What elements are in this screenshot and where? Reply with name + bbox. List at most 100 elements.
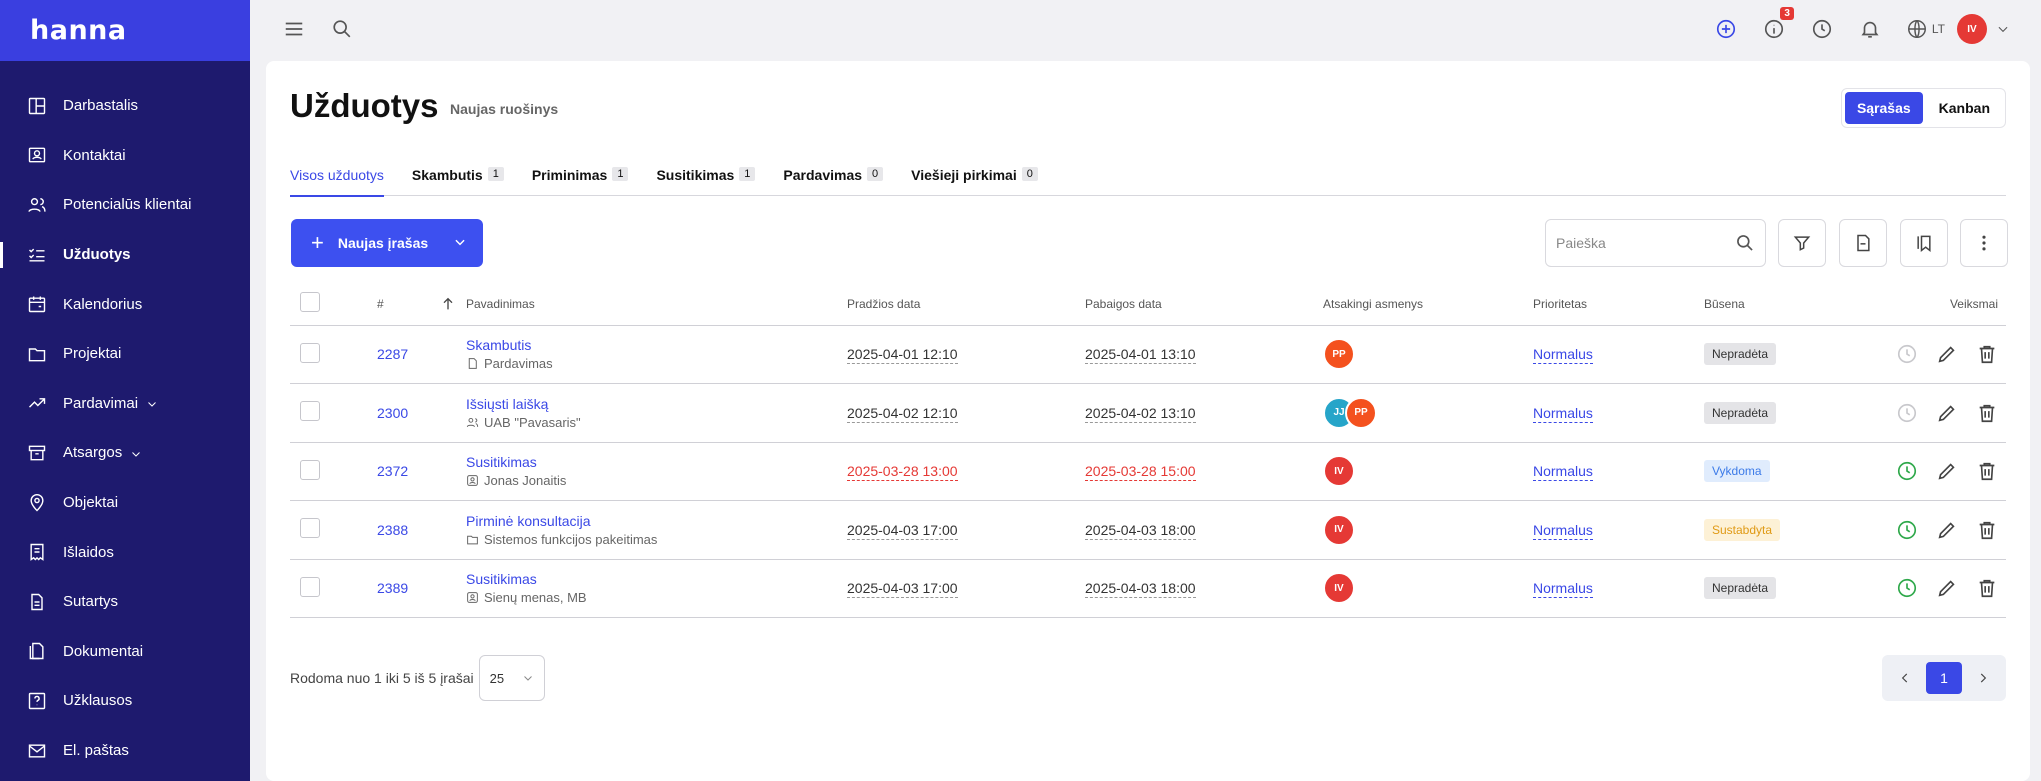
end-date[interactable]: 2025-04-03 18:00 (1085, 521, 1196, 540)
task-title-link[interactable]: Pirminė konsultacija (466, 513, 847, 529)
end-date[interactable]: 2025-04-01 13:10 (1085, 346, 1196, 365)
row-checkbox[interactable] (300, 401, 320, 422)
assignee-avatar[interactable]: PP (1323, 338, 1355, 371)
sidebar-item-atsargos[interactable]: Atsargos (0, 428, 250, 478)
sidebar-item-uzklausos[interactable]: Užklausos (0, 676, 250, 726)
more-options-button[interactable] (1960, 219, 2008, 267)
task-title-link[interactable]: Išsiųsti laišką (466, 396, 847, 412)
task-id-link[interactable]: 2372 (377, 463, 408, 479)
task-title-link[interactable]: Skambutis (466, 337, 847, 353)
sidebar-item-el-pastas[interactable]: El. paštas (0, 726, 250, 776)
user-avatar[interactable]: IV (1957, 14, 1987, 44)
status-badge[interactable]: Vykdoma (1704, 460, 1770, 483)
col-priority[interactable]: Prioritetas (1533, 283, 1704, 326)
status-badge[interactable]: Nepradėta (1704, 401, 1777, 424)
task-title-link[interactable]: Susitikimas (466, 454, 847, 470)
priority-value[interactable]: Normalus (1533, 580, 1593, 599)
delete-trash-icon[interactable] (1976, 460, 1998, 482)
search-icon[interactable] (330, 17, 354, 41)
sidebar-item-dokumentai[interactable]: Dokumentai (0, 627, 250, 677)
task-id-link[interactable]: 2388 (377, 522, 408, 538)
priority-value[interactable]: Normalus (1533, 404, 1593, 423)
status-badge[interactable]: Nepradėta (1704, 577, 1777, 600)
assignee-avatar[interactable]: IV (1323, 513, 1355, 546)
table-row[interactable]: 2389 Susitikimas Sienų menas, MB 2025-04… (290, 559, 2006, 618)
edit-pencil-icon[interactable] (1936, 343, 1958, 365)
tab-5[interactable]: Viešieji pirkimai 0 (911, 163, 1038, 196)
task-title-link[interactable]: Susitikimas (466, 571, 847, 587)
new-record-button[interactable]: + Naujas įrašas (291, 219, 483, 267)
filter-button[interactable] (1778, 219, 1826, 267)
clock-icon[interactable] (1810, 17, 1834, 41)
timer-clock-icon[interactable] (1896, 402, 1918, 424)
chevron-down-icon[interactable] (453, 235, 467, 252)
end-date[interactable]: 2025-03-28 15:00 (1085, 463, 1196, 482)
task-related[interactable]: Sistemos funkcijos pakeitimas (466, 532, 847, 547)
timer-clock-icon[interactable] (1896, 577, 1918, 599)
priority-value[interactable]: Normalus (1533, 463, 1593, 482)
end-date[interactable]: 2025-04-03 18:00 (1085, 580, 1196, 599)
timer-clock-icon[interactable] (1896, 343, 1918, 365)
delete-trash-icon[interactable] (1976, 519, 1998, 541)
task-related[interactable]: UAB "Pavasaris" (466, 415, 847, 430)
timer-clock-icon[interactable] (1896, 519, 1918, 541)
language-switcher[interactable]: LT (1906, 18, 1945, 40)
row-checkbox[interactable] (300, 576, 320, 597)
table-row[interactable]: 2287 Skambutis Pardavimas 2025-04-01 12:… (290, 325, 2006, 384)
sidebar-item-kontaktai[interactable]: Kontaktai (0, 131, 250, 181)
sidebar-item-objektai[interactable]: Objektai (0, 478, 250, 528)
chevron-left-icon[interactable] (1898, 671, 1912, 685)
list-view-button[interactable]: Sąrašas (1844, 92, 1923, 124)
table-row[interactable]: 2372 Susitikimas Jonas Jonaitis 2025-03-… (290, 442, 2006, 501)
sidebar-item-projektai[interactable]: Projektai (0, 329, 250, 379)
start-date[interactable]: 2025-04-01 12:10 (847, 346, 958, 365)
sort-arrow-up-icon[interactable] (440, 296, 456, 312)
task-related[interactable]: Sienų menas, MB (466, 590, 847, 605)
col-end[interactable]: Pabaigos data (1085, 283, 1323, 326)
col-status[interactable]: Būsena (1704, 283, 1844, 326)
saved-filters-button[interactable] (1900, 219, 1948, 267)
edit-pencil-icon[interactable] (1936, 402, 1958, 424)
assignee-avatar[interactable]: IV (1323, 455, 1355, 488)
bell-icon[interactable] (1858, 17, 1882, 41)
priority-value[interactable]: Normalus (1533, 521, 1593, 540)
sidebar-item-darbastalis[interactable]: Darbastalis (0, 81, 250, 131)
sidebar-item-islaidos[interactable]: Išlaidos (0, 527, 250, 577)
search-input[interactable]: Paieška (1545, 219, 1766, 267)
page-size-select[interactable]: 25 (478, 655, 545, 701)
start-date[interactable]: 2025-04-03 17:00 (847, 521, 958, 540)
sidebar-item-potencialus-klientai[interactable]: Potencialūs klientai (0, 180, 250, 230)
add-circle-icon[interactable] (1714, 17, 1738, 41)
row-checkbox[interactable] (300, 518, 320, 539)
row-checkbox[interactable] (300, 342, 320, 363)
select-all-checkbox[interactable] (300, 292, 320, 313)
delete-trash-icon[interactable] (1976, 577, 1998, 599)
edit-pencil-icon[interactable] (1936, 460, 1958, 482)
info-icon[interactable]: 3 (1762, 7, 1794, 41)
sidebar-item-sutartys[interactable]: Sutartys (0, 577, 250, 627)
delete-trash-icon[interactable] (1976, 402, 1998, 424)
end-date[interactable]: 2025-04-02 13:10 (1085, 404, 1196, 423)
edit-pencil-icon[interactable] (1936, 577, 1958, 599)
row-checkbox[interactable] (300, 459, 320, 480)
chevron-right-icon[interactable] (1976, 671, 1990, 685)
status-badge[interactable]: Nepradėta (1704, 343, 1777, 366)
edit-pencil-icon[interactable] (1936, 519, 1958, 541)
task-id-link[interactable]: 2389 (377, 580, 408, 596)
sidebar-item-kalendorius[interactable]: Kalendorius (0, 279, 250, 329)
tab-0[interactable]: Visos užduotys (290, 163, 384, 197)
tab-2[interactable]: Priminimas 1 (532, 163, 629, 196)
priority-value[interactable]: Normalus (1533, 346, 1593, 365)
task-related[interactable]: Jonas Jonaitis (466, 473, 847, 488)
delete-trash-icon[interactable] (1976, 343, 1998, 365)
task-id-link[interactable]: 2300 (377, 405, 408, 421)
page-button-current[interactable]: 1 (1926, 662, 1962, 694)
table-row[interactable]: 2388 Pirminė konsultacija Sistemos funkc… (290, 500, 2006, 560)
save-filter-button[interactable] (1839, 219, 1887, 267)
kanban-view-button[interactable]: Kanban (1927, 92, 2002, 124)
menu-icon[interactable] (282, 17, 306, 41)
start-date[interactable]: 2025-04-02 12:10 (847, 404, 958, 423)
tab-4[interactable]: Pardavimas 0 (783, 163, 884, 196)
sidebar-item-uzduotys[interactable]: Užduotys (0, 230, 250, 280)
sidebar-item-pardavimai[interactable]: Pardavimai (0, 379, 250, 429)
